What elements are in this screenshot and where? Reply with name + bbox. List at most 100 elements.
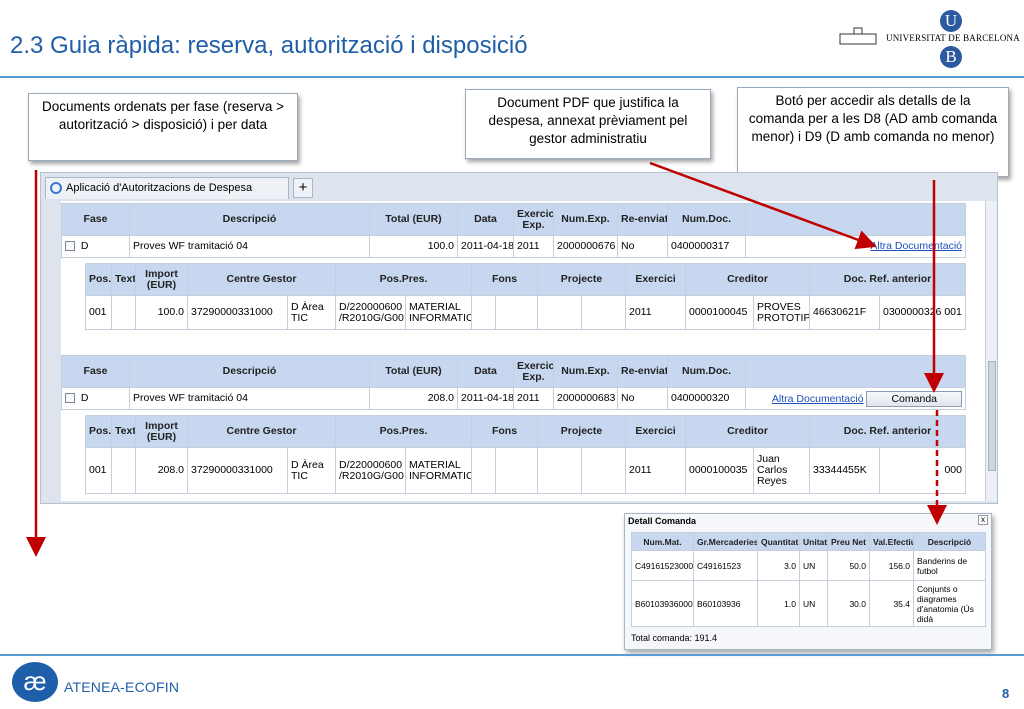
title-divider	[0, 76, 1024, 78]
new-tab-button[interactable]: +	[293, 178, 313, 198]
header-fase: Fase	[61, 203, 130, 236]
centre-desc-cell: D Àrea TIC	[287, 447, 336, 494]
pospres-desc-cell: MATERIAL INFORMATIC	[405, 295, 472, 330]
creditor-cell: 0000100035	[685, 447, 754, 494]
header-num-doc: Num.Doc.	[667, 355, 746, 388]
pos-cell: 001	[85, 295, 112, 330]
descripcio-cell: Conjunts o diagrames d'anatomia (Ús didà	[913, 580, 986, 627]
text-cell	[111, 447, 136, 494]
header-actions	[745, 203, 966, 236]
header-num-mat: Num.Mat.	[631, 532, 694, 551]
exercici-cell: 2011	[513, 387, 554, 410]
table-row[interactable]: B60103936000 B60103936 1.0 UN 30.0 35.4 …	[631, 580, 986, 627]
table-row[interactable]: D Proves WF tramitació 04 208.0 2011-04-…	[61, 387, 966, 410]
pospres-cell: D/220000600 /R2010G/G00	[335, 447, 406, 494]
fons-extra-cell	[495, 295, 538, 330]
docref-cell: 0300000326 001	[879, 295, 966, 330]
nif-cell: 46630621F	[809, 295, 880, 330]
exercici-cell: 2011	[625, 295, 686, 330]
tab-autoritzacions[interactable]: Aplicació d'Autoritzacions de Despesa	[45, 177, 289, 199]
projecte-cell	[537, 295, 582, 330]
quantitat-cell: 3.0	[757, 550, 800, 581]
ub-b-icon: B	[940, 46, 962, 68]
row-checkbox[interactable]	[65, 241, 75, 252]
exercici-cell: 2011	[513, 235, 554, 258]
close-icon[interactable]: x	[978, 515, 988, 525]
descripcio-cell: Banderins de futbol	[913, 550, 986, 581]
nif-cell: 33344455K	[809, 447, 880, 494]
header-total: Total (EUR)	[369, 355, 458, 388]
header-num-doc: Num.Doc.	[667, 203, 746, 236]
fons-cell	[471, 295, 496, 330]
data-cell: 2011-04-18	[457, 387, 514, 410]
header-pos: Pos.	[85, 415, 112, 448]
slide: 2.3 Guia ràpida: reserva, autorització i…	[0, 0, 1024, 709]
header-text: Text	[111, 263, 136, 296]
fons-extra-cell	[495, 447, 538, 494]
app-window: Aplicació d'Autoritzacions de Despesa + …	[40, 172, 998, 504]
table-row[interactable]: 001 208.0 37290000331000 D Àrea TIC D/22…	[85, 447, 966, 494]
record-2-detail-table: Pos. Text Import (EUR) Centre Gestor Pos…	[85, 415, 966, 494]
header-num-exp: Num.Exp.	[553, 355, 618, 388]
docref-cell: 000	[879, 447, 966, 494]
table-row[interactable]: 001 100.0 37290000331000 D Àrea TIC D/22…	[85, 295, 966, 330]
header-pos-pres: Pos.Pres.	[335, 415, 472, 448]
header-creditor: Creditor	[685, 415, 810, 448]
atenea-logo-icon: æ	[12, 662, 58, 702]
header-preu-net: Preu Net	[827, 532, 870, 551]
header-exercici: Exercici	[625, 415, 686, 448]
projecte-extra-cell	[581, 295, 626, 330]
header-fons: Fons	[471, 263, 538, 296]
reenviat-cell: No	[617, 235, 668, 258]
header-val-efectiu: Val.Efectiu	[869, 532, 914, 551]
table-row[interactable]: D Proves WF tramitació 04 100.0 2011-04-…	[61, 235, 966, 258]
table-row[interactable]: C49161523000 C49161523 3.0 UN 50.0 156.0…	[631, 550, 986, 581]
pospres-desc-cell: MATERIAL INFORMATIC	[405, 447, 472, 494]
header-gr-mercaderies: Gr.Mercaderies	[693, 532, 758, 551]
record-1-detail-table: Pos. Text Import (EUR) Centre Gestor Pos…	[85, 263, 966, 330]
vertical-scrollbar[interactable]	[985, 201, 997, 501]
header-projecte: Projecte	[537, 263, 626, 296]
docref-pos-value: 000	[944, 464, 962, 476]
num-mat-cell: C49161523000	[631, 550, 694, 581]
unitat-cell: UN	[799, 550, 828, 581]
altra-documentacio-link[interactable]: Altra Documentació	[870, 240, 962, 252]
num-doc-cell: 0400000317	[667, 235, 746, 258]
row-checkbox[interactable]	[65, 393, 75, 404]
order-lines-table: Num.Mat. Gr.Mercaderies Quantitat Unitat…	[631, 532, 986, 627]
brand-name: ATENEA-ECOFIN	[64, 679, 180, 695]
tab-label: Aplicació d'Autoritzacions de Despesa	[66, 182, 253, 194]
ub-u-icon: U	[940, 10, 962, 32]
header-descripcio: Descripció	[129, 203, 370, 236]
header-exercici: Exercici	[625, 263, 686, 296]
descripcio-cell: Proves WF tramitació 04	[129, 235, 370, 258]
header-centre-gestor: Centre Gestor	[187, 415, 336, 448]
val-efectiu-cell: 156.0	[869, 550, 914, 581]
fase-value: D	[80, 392, 89, 404]
header-num-exp: Num.Exp.	[553, 203, 618, 236]
scrollbar-thumb[interactable]	[988, 361, 996, 471]
header-total: Total (EUR)	[369, 203, 458, 236]
num-exp-cell: 2000000676	[553, 235, 618, 258]
callout-pdf-document: Document PDF que justifica la despesa, a…	[465, 89, 711, 159]
total-cell: 208.0	[369, 387, 458, 410]
callout-order-button: Botó per accedir als detalls de la coman…	[737, 87, 1009, 177]
order-total: Total comanda: 191.4	[631, 633, 718, 643]
val-efectiu-cell: 35.4	[869, 580, 914, 627]
centre-cell: 37290000331000	[187, 295, 288, 330]
header-actions	[745, 355, 966, 388]
gr-mercaderies-cell: B60103936	[693, 580, 758, 627]
header-reenviat: Re-enviat	[617, 203, 668, 236]
header-projecte: Projecte	[537, 415, 626, 448]
reenviat-cell: No	[617, 387, 668, 410]
comanda-button[interactable]: Comanda	[866, 390, 962, 407]
header-descripcio: Descripció	[913, 532, 986, 551]
text-cell	[111, 295, 136, 330]
header-exercici-exp: Exercici Exp.	[513, 203, 554, 236]
projecte-extra-cell	[581, 447, 626, 494]
fase-value: D	[80, 240, 89, 252]
quantitat-cell: 1.0	[757, 580, 800, 627]
pos-cell: 001	[85, 447, 112, 494]
num-mat-cell: B60103936000	[631, 580, 694, 627]
altra-documentacio-link[interactable]: Altra Documentació	[772, 393, 864, 405]
